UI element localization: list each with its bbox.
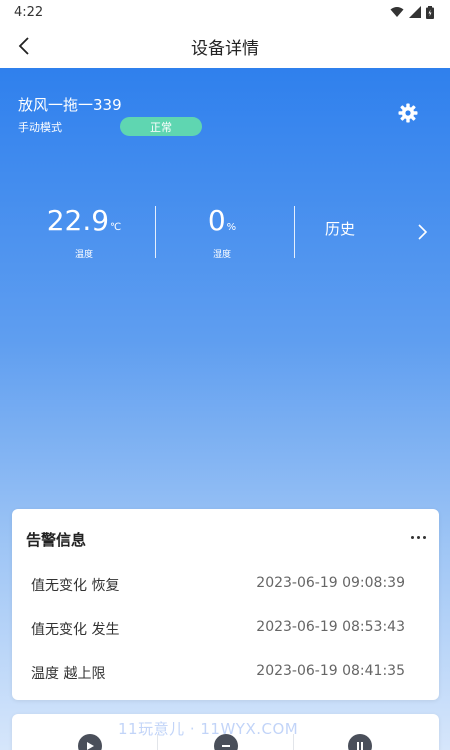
more-icon xyxy=(416,535,420,539)
back-button[interactable] xyxy=(12,34,36,58)
settings-button[interactable] xyxy=(396,101,420,125)
alarm-description: 温度 越上限 xyxy=(31,666,106,682)
status-bar: 4:22 xyxy=(0,0,450,24)
more-icon xyxy=(422,535,426,539)
humidity-value: 0 xyxy=(207,204,226,237)
alarm-card: 告警信息 值无变化 恢复 2023-06-19 09:08:39 值无变化 发生… xyxy=(12,509,439,700)
temperature-label: 温度 xyxy=(74,250,93,260)
chevron-left-icon xyxy=(18,37,29,55)
play-icon xyxy=(87,742,94,750)
pause-button[interactable] xyxy=(348,734,372,750)
humidity-unit: % xyxy=(226,222,237,233)
watermark: 11玩意儿 · 11WYX.COM xyxy=(118,720,299,738)
humidity-label: 湿度 xyxy=(212,250,231,260)
temperature-stat: 22.9℃ 温度 xyxy=(14,204,154,260)
device-mode: 手动模式 xyxy=(18,121,62,134)
status-icons xyxy=(390,5,434,19)
alarm-row[interactable]: 值无变化 恢复 2023-06-19 09:08:39 xyxy=(12,569,439,599)
temperature-value: 22.9 xyxy=(46,204,110,237)
wifi-icon xyxy=(390,7,404,17)
alarm-description: 值无变化 发生 xyxy=(31,622,120,638)
pause-icon xyxy=(357,742,363,750)
stats-row: 22.9℃ 温度 0% 湿度 xyxy=(0,204,450,260)
alarm-time: 2023-06-19 08:41:35 xyxy=(256,663,405,679)
alarm-description: 值无变化 恢复 xyxy=(31,578,120,594)
humidity-stat: 0% 湿度 xyxy=(152,204,292,260)
play-button[interactable] xyxy=(78,734,102,750)
page-title: 设备详情 xyxy=(191,38,259,59)
device-name: 放风一拖一339 xyxy=(18,96,122,114)
chevron-right-icon xyxy=(418,224,428,240)
battery-icon xyxy=(426,5,434,19)
alarm-row[interactable]: 温度 越上限 2023-06-19 08:41:35 xyxy=(12,657,439,687)
alarm-title: 告警信息 xyxy=(26,531,87,549)
alarm-row[interactable]: 值无变化 发生 2023-06-19 08:53:43 xyxy=(12,613,439,643)
more-button[interactable] xyxy=(408,529,428,545)
humidity-value-line: 0% xyxy=(152,204,292,245)
status-badge: 正常 xyxy=(120,117,202,136)
history-link[interactable]: 历史 xyxy=(325,218,355,239)
status-time: 4:22 xyxy=(14,4,44,20)
gear-icon xyxy=(398,103,418,123)
stat-divider xyxy=(294,206,295,258)
more-icon xyxy=(410,535,414,539)
temperature-unit: ℃ xyxy=(110,222,122,233)
nav-bar: 设备详情 xyxy=(0,24,450,68)
signal-icon xyxy=(409,6,421,18)
alarm-time: 2023-06-19 09:08:39 xyxy=(256,575,405,591)
stop-icon xyxy=(222,745,230,747)
temperature-value-line: 22.9℃ xyxy=(14,204,154,245)
history-arrow-button[interactable] xyxy=(414,222,430,242)
alarm-time: 2023-06-19 08:53:43 xyxy=(256,619,405,635)
